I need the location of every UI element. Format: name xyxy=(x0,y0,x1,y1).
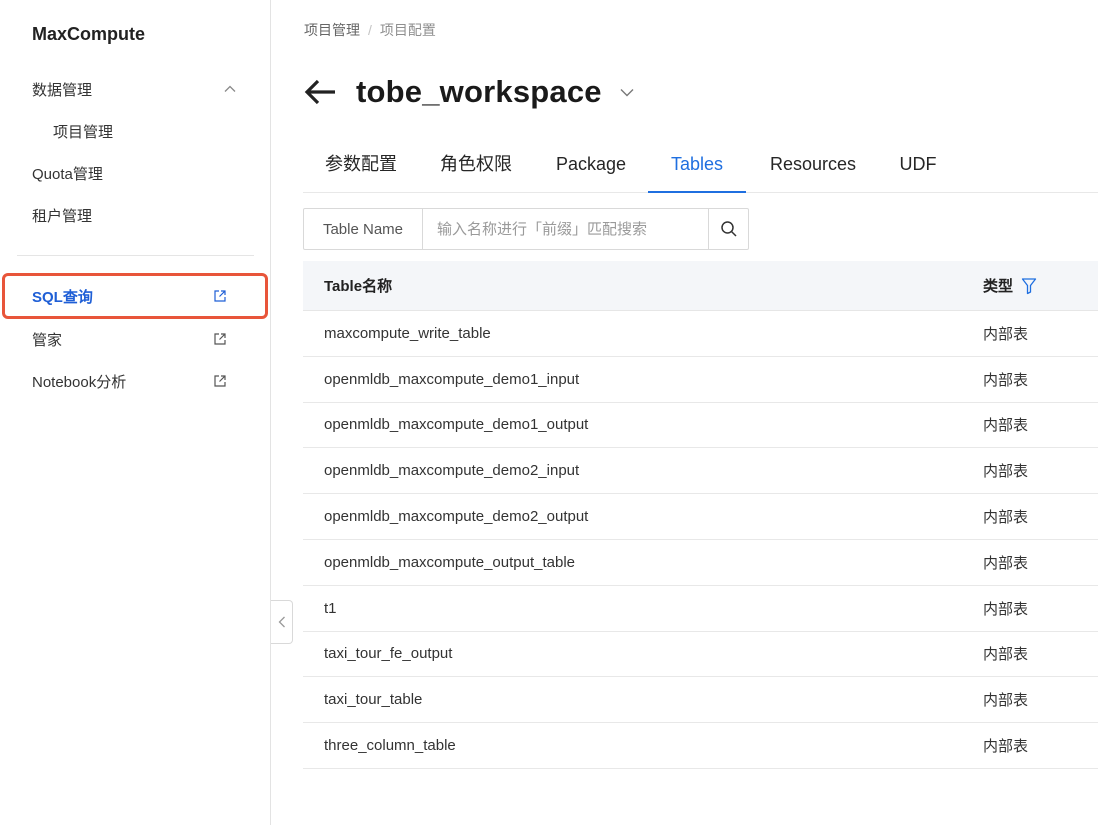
external-link-icon xyxy=(214,290,226,302)
tab-role-permissions[interactable]: 角色权限 xyxy=(439,140,513,193)
sidebar-item-butler[interactable]: 管家 xyxy=(0,318,268,360)
table-cell-type: 内部表 xyxy=(983,371,1029,389)
external-link-icon xyxy=(214,333,226,345)
table-cell-type: 内部表 xyxy=(983,509,1029,527)
sidebar: MaxCompute 数据管理 项目管理 Quota管理 租户管理 SQL查询 … xyxy=(0,0,271,825)
external-link-icon xyxy=(214,375,226,387)
search-field-label: Table Name xyxy=(304,209,423,249)
table-cell-name: maxcompute_write_table xyxy=(324,324,491,342)
filter-icon[interactable] xyxy=(1021,277,1037,295)
table-row[interactable]: openmldb_maxcompute_demo2_input 内部表 xyxy=(303,448,1098,495)
table-cell-name: openmldb_maxcompute_demo1_input xyxy=(324,370,580,388)
tab-udf[interactable]: UDF xyxy=(899,140,937,193)
sidebar-item-project-management[interactable]: 项目管理 xyxy=(0,110,268,152)
tab-tables[interactable]: Tables xyxy=(648,140,746,193)
back-arrow-icon[interactable] xyxy=(303,74,339,110)
tab-bar: 参数配置 角色权限 Package Tables Resources UDF xyxy=(303,140,1098,193)
table-cell-type: 内部表 xyxy=(983,692,1029,710)
table-cell-name: taxi_tour_table xyxy=(324,691,423,709)
sidebar-item-data-management[interactable]: 数据管理 xyxy=(0,68,268,110)
chevron-down-icon[interactable] xyxy=(618,83,636,101)
table-row[interactable]: openmldb_maxcompute_output_table 内部表 xyxy=(303,540,1098,586)
sidebar-item-label: 租户管理 xyxy=(32,207,93,225)
breadcrumb-item-project-management[interactable]: 项目管理 xyxy=(304,20,360,40)
table-cell-type: 内部表 xyxy=(983,417,1029,435)
table-cell-name: openmldb_maxcompute_demo2_input xyxy=(324,462,580,480)
column-header-type-label: 类型 xyxy=(983,278,1014,295)
tables-table: Table名称 类型 maxcompute_write_table 内部表 open… xyxy=(303,261,1098,769)
sidebar-item-label: 管家 xyxy=(32,331,63,349)
sidebar-item-label: 项目管理 xyxy=(53,123,114,141)
table-cell-type: 内部表 xyxy=(983,463,1029,481)
chevron-left-icon xyxy=(278,616,285,628)
table-cell-name: three_column_table xyxy=(324,737,456,755)
sidebar-item-label: Quota管理 xyxy=(32,165,103,183)
table-row[interactable]: openmldb_maxcompute_demo1_output 内部表 xyxy=(303,403,1098,449)
breadcrumb-item-project-config: 项目配置 xyxy=(379,22,436,38)
sidebar-item-notebook-analysis[interactable]: Notebook分析 xyxy=(0,360,268,402)
search-button[interactable] xyxy=(708,209,748,249)
main-content: 项目管理 / 项目配置 tobe_workspace 参数配置 角色权限 Pac… xyxy=(303,0,1098,825)
table-header: Table名称 类型 xyxy=(303,261,1098,311)
app-root: MaxCompute 数据管理 项目管理 Quota管理 租户管理 SQL查询 … xyxy=(0,0,1098,825)
table-row[interactable]: openmldb_maxcompute_demo2_output 内部表 xyxy=(303,494,1098,540)
table-cell-name: openmldb_maxcompute_output_table xyxy=(324,553,576,571)
page-header: tobe_workspace xyxy=(303,74,636,110)
search-icon xyxy=(720,221,737,237)
table-cell-name: t1 xyxy=(324,599,337,617)
table-cell-type: 内部表 xyxy=(983,325,1029,343)
brand-title: MaxCompute xyxy=(32,24,146,44)
table-cell-type: 内部表 xyxy=(983,646,1029,664)
sidebar-divider xyxy=(17,255,254,256)
table-row[interactable]: taxi_tour_fe_output 内部表 xyxy=(303,632,1098,678)
table-cell-name: taxi_tour_fe_output xyxy=(324,645,453,663)
column-header-table-name: Table名称 xyxy=(324,278,393,295)
table-cell-type: 内部表 xyxy=(983,600,1029,618)
search-input[interactable] xyxy=(423,209,708,249)
sidebar-collapse-button[interactable] xyxy=(271,600,293,644)
table-body: maxcompute_write_table 内部表 openmldb_maxcom… xyxy=(303,311,1098,769)
chevron-up-icon[interactable] xyxy=(222,81,238,97)
table-row[interactable]: three_column_table 内部表 xyxy=(303,723,1098,769)
column-header-type: 类型 xyxy=(983,275,1037,296)
table-row[interactable]: openmldb_maxcompute_demo1_input 内部表 xyxy=(303,357,1098,403)
sidebar-item-label: SQL查询 xyxy=(32,288,93,306)
tab-parameter-config[interactable]: 参数配置 xyxy=(324,140,398,193)
breadcrumb: 项目管理 / 项目配置 xyxy=(304,20,436,40)
sidebar-item-label: 数据管理 xyxy=(32,81,93,99)
table-cell-type: 内部表 xyxy=(983,738,1029,756)
sidebar-item-label: Notebook分析 xyxy=(32,373,127,391)
table-cell-name: openmldb_maxcompute_demo1_output xyxy=(324,416,589,434)
table-row[interactable]: taxi_tour_table 内部表 xyxy=(303,677,1098,724)
sidebar-item-sql-query[interactable]: SQL查询 xyxy=(2,273,268,319)
breadcrumb-separator: / xyxy=(368,22,372,38)
tab-package[interactable]: Package xyxy=(554,140,628,193)
table-search: Table Name xyxy=(303,208,749,250)
table-cell-type: 内部表 xyxy=(983,554,1029,572)
tab-resources[interactable]: Resources xyxy=(767,140,859,193)
table-row[interactable]: t1 内部表 xyxy=(303,586,1098,632)
page-title: tobe_workspace xyxy=(356,74,602,109)
sidebar-item-quota-management[interactable]: Quota管理 xyxy=(0,152,268,194)
table-row[interactable]: maxcompute_write_table 内部表 xyxy=(303,311,1098,357)
table-cell-name: openmldb_maxcompute_demo2_output xyxy=(324,508,589,526)
sidebar-item-tenant-management[interactable]: 租户管理 xyxy=(0,194,268,236)
